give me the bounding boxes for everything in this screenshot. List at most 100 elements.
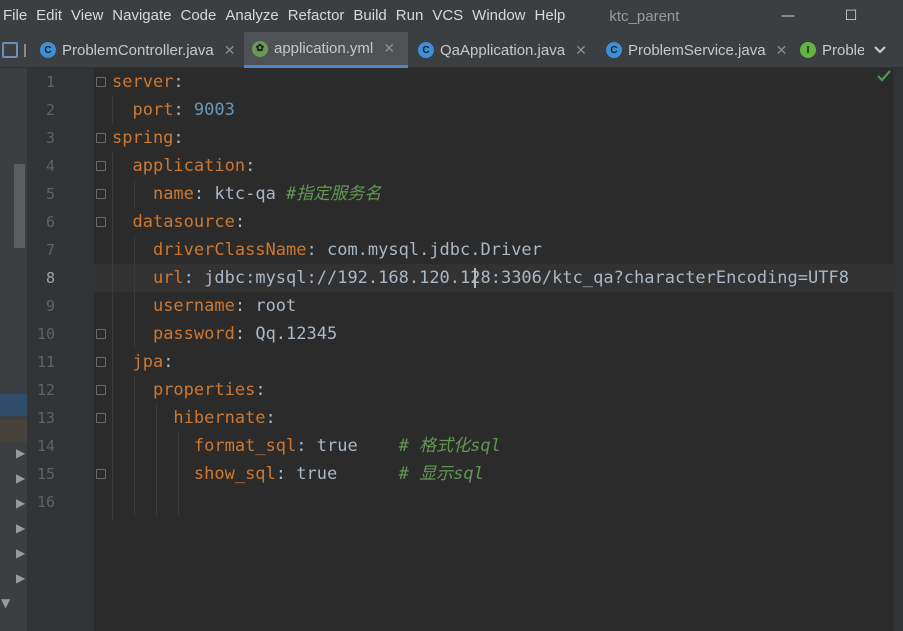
- yaml-sep: :: [234, 296, 256, 316]
- menu-code[interactable]: Code: [177, 0, 222, 32]
- expand-arrow-icon[interactable]: ▶: [16, 521, 25, 535]
- yaml-sep: :: [245, 156, 256, 176]
- line-number: 13: [36, 409, 55, 427]
- fold-marker-icon[interactable]: [96, 385, 106, 395]
- maximize-button[interactable]: ☐: [828, 0, 874, 32]
- menu-analyze[interactable]: Analyze: [222, 0, 284, 32]
- close-icon[interactable]: ✕: [383, 40, 395, 57]
- yaml-sep: :: [255, 380, 266, 400]
- code-line[interactable]: properties:: [112, 376, 266, 404]
- yaml-value: 9003: [193, 100, 235, 120]
- fold-end-marker-icon[interactable]: [96, 189, 106, 199]
- fold-marker-icon[interactable]: [96, 77, 106, 87]
- expand-arrow-icon[interactable]: ▶: [16, 471, 25, 485]
- close-icon[interactable]: ✕: [575, 42, 587, 59]
- line-number: 3: [45, 129, 55, 147]
- menu-build[interactable]: Build: [350, 0, 392, 32]
- menu-view[interactable]: View: [68, 0, 109, 32]
- inspection-ok-check-icon[interactable]: [876, 68, 892, 84]
- tab-problem-service[interactable]: C ProblemService.java ✕: [600, 32, 790, 68]
- yaml-key: port: [132, 100, 174, 120]
- yaml-key: username: [152, 296, 235, 316]
- code-line[interactable]: password: Qq.12345: [112, 320, 337, 348]
- fold-end-marker-icon[interactable]: [96, 469, 106, 479]
- menu-window[interactable]: Window: [469, 0, 531, 32]
- collapse-arrow-icon[interactable]: ▼: [1, 596, 10, 610]
- yaml-spring-icon: ✿: [252, 40, 268, 57]
- close-icon[interactable]: ✕: [776, 42, 788, 59]
- tab-label: ProblemController.java: [62, 41, 214, 59]
- code-line[interactable]: jpa:: [112, 348, 173, 376]
- line-number: 7: [45, 241, 55, 259]
- yaml-sep: :: [234, 324, 256, 344]
- yaml-value: true: [296, 464, 399, 484]
- tabs-overflow-chevron-icon[interactable]: [866, 32, 894, 68]
- code-line[interactable]: show_sql: true # 显示sql: [112, 460, 484, 488]
- right-scroll-strip[interactable]: [893, 68, 903, 631]
- java-class-icon: C: [40, 42, 56, 58]
- yaml-key: name: [152, 184, 194, 204]
- yaml-sep: :: [173, 128, 184, 148]
- text-caret: [474, 268, 476, 288]
- menu-vcs[interactable]: VCS: [429, 0, 469, 32]
- highlighted-tree-row[interactable]: [0, 420, 27, 442]
- code-line[interactable]: port: 9003: [112, 96, 235, 124]
- selected-tree-row[interactable]: [0, 394, 27, 416]
- code-line-current[interactable]: url: jdbc:mysql://192.168.120.128:3306/k…: [112, 264, 849, 292]
- yaml-sep: :: [296, 436, 317, 456]
- java-spring-class-icon: C: [418, 42, 434, 58]
- fold-end-marker-icon[interactable]: [96, 329, 106, 339]
- line-number: 15: [36, 465, 55, 483]
- yaml-comment: #指定服务名: [286, 184, 382, 204]
- code-line[interactable]: hibernate:: [112, 404, 276, 432]
- expand-arrow-icon[interactable]: ▶: [16, 446, 25, 460]
- expand-arrow-icon[interactable]: ▶: [16, 571, 25, 585]
- code-line[interactable]: username: root: [112, 292, 296, 320]
- tab-problem-controller[interactable]: C ProblemController.java ✕: [36, 32, 241, 68]
- yaml-key: properties: [152, 380, 256, 400]
- fold-marker-icon[interactable]: [96, 413, 106, 423]
- project-panel-scroll-thumb[interactable]: [14, 164, 25, 248]
- menu-run[interactable]: Run: [393, 0, 430, 32]
- code-line[interactable]: name: ktc-qa #指定服务名: [112, 180, 381, 208]
- expand-arrow-icon[interactable]: ▶: [16, 546, 25, 560]
- line-number: 11: [36, 353, 55, 371]
- yaml-sep: :: [173, 100, 194, 120]
- tab-problem-truncated[interactable]: I Proble: [794, 32, 864, 68]
- line-number: 14: [36, 437, 55, 455]
- fold-marker-icon[interactable]: [96, 133, 106, 143]
- yaml-comment: # 显示sql: [398, 464, 484, 484]
- project-panel-icon[interactable]: [2, 42, 18, 58]
- fold-marker-icon[interactable]: [96, 161, 106, 171]
- code-line[interactable]: spring:: [112, 124, 184, 152]
- menu-refactor[interactable]: Refactor: [285, 0, 351, 32]
- tab-application-yml[interactable]: ✿ application.yml ✕: [244, 32, 408, 68]
- minimize-button[interactable]: —: [765, 0, 811, 32]
- close-icon[interactable]: ✕: [224, 42, 236, 59]
- yaml-key: hibernate: [173, 408, 266, 428]
- yaml-sep: :: [306, 240, 327, 260]
- tab-label: application.yml: [274, 40, 374, 57]
- yaml-sep: :: [275, 464, 297, 484]
- code-line[interactable]: format_sql: true # 格式化sql: [112, 432, 501, 460]
- menu-navigate[interactable]: Navigate: [109, 0, 177, 32]
- yaml-sep: :: [265, 408, 276, 428]
- menu-help[interactable]: Help: [532, 0, 572, 32]
- code-line[interactable]: server:: [112, 68, 184, 96]
- code-line[interactable]: application:: [112, 152, 255, 180]
- yaml-key: format_sql: [193, 436, 297, 456]
- yaml-value: Qq.12345: [255, 324, 338, 344]
- menu-edit[interactable]: Edit: [33, 0, 68, 32]
- yaml-key: datasource: [132, 212, 235, 232]
- tab-qa-application[interactable]: C QaApplication.java ✕: [412, 32, 598, 68]
- project-title: ktc_parent: [609, 7, 680, 25]
- line-number: 16: [36, 493, 55, 511]
- yaml-value: root: [255, 296, 297, 316]
- code-line[interactable]: driverClassName: com.mysql.jdbc.Driver: [112, 236, 542, 264]
- menu-file[interactable]: File: [0, 0, 33, 32]
- code-line[interactable]: datasource:: [112, 208, 245, 236]
- fold-marker-icon[interactable]: [96, 357, 106, 367]
- fold-marker-icon[interactable]: [96, 217, 106, 227]
- yaml-sep: :: [183, 268, 205, 288]
- expand-arrow-icon[interactable]: ▶: [16, 496, 25, 510]
